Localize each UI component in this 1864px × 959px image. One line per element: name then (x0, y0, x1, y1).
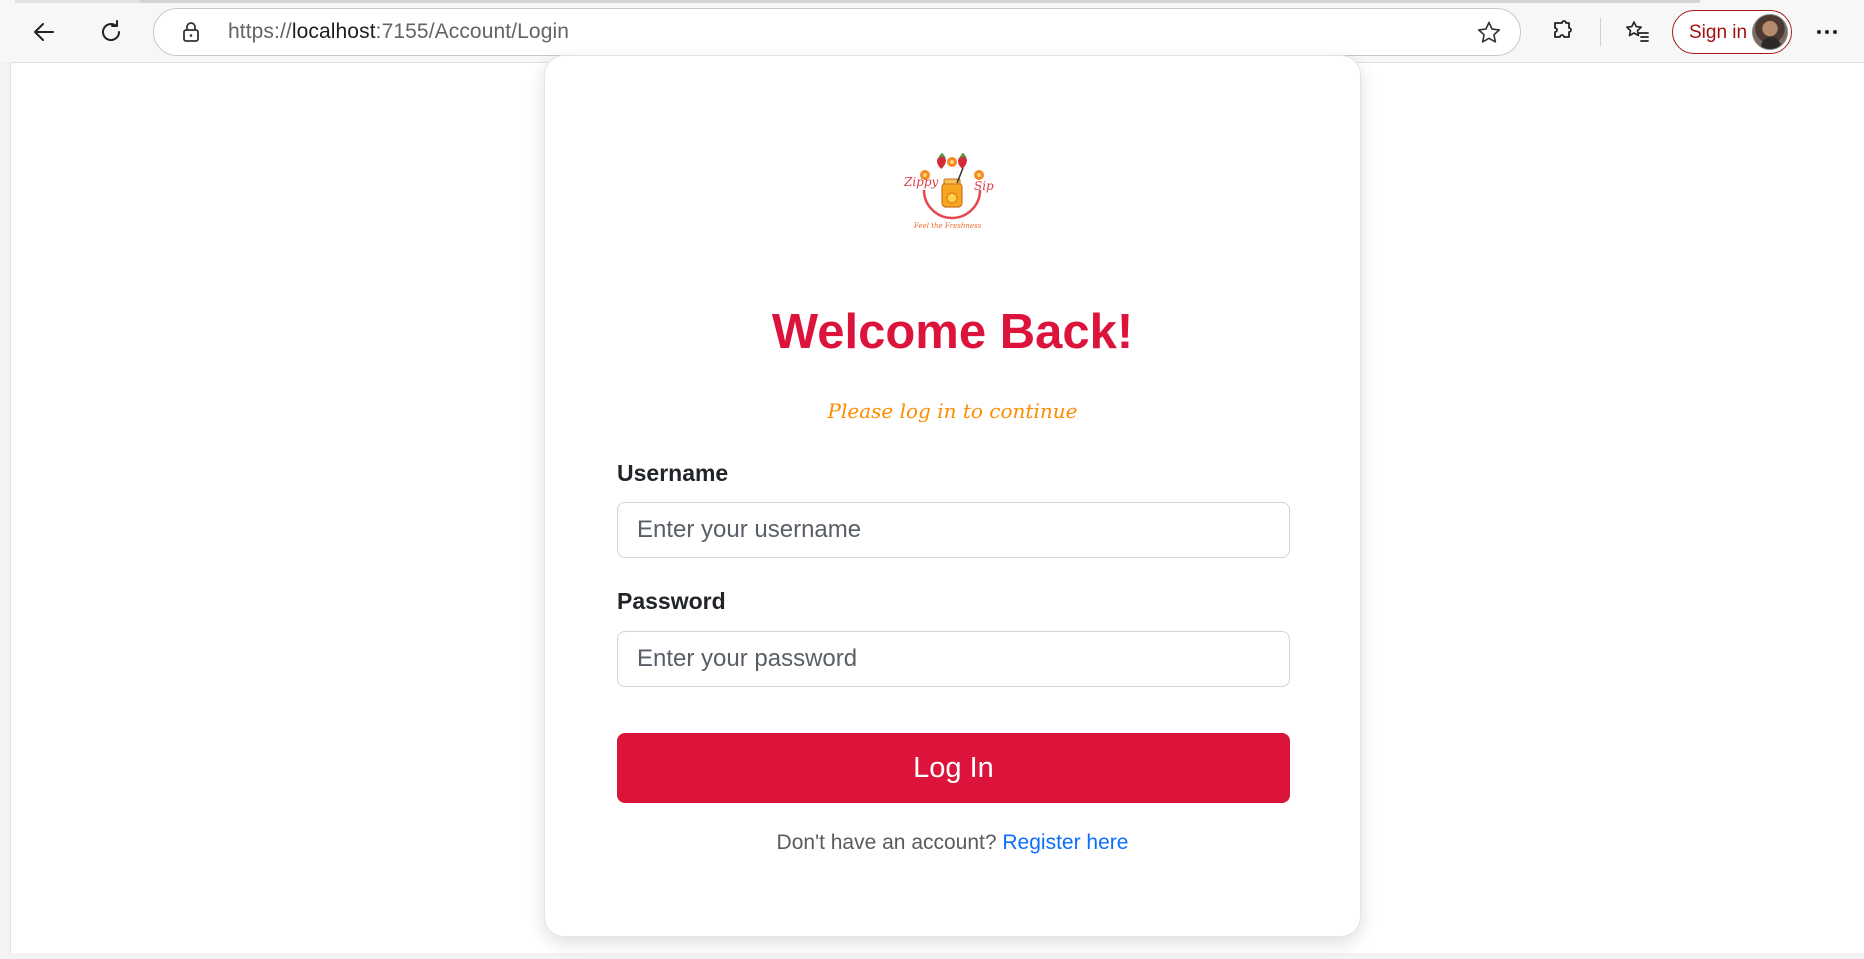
page-viewport: Zippy Sip Feel the Freshness Welcome Bac… (10, 55, 1864, 953)
extensions-icon (1554, 20, 1572, 38)
register-link[interactable]: Register here (1002, 831, 1128, 854)
sign-in-button[interactable]: Sign in (1672, 10, 1792, 54)
page-subtitle: Please log in to continue (827, 399, 1078, 423)
back-arrow-icon (34, 23, 54, 41)
back-button[interactable] (22, 10, 66, 54)
url-path: :7155/Account/Login (375, 20, 570, 43)
avatar (1752, 14, 1788, 50)
svg-text:Feel the Freshness: Feel the Freshness (913, 222, 982, 230)
username-input[interactable] (617, 502, 1290, 558)
toolbar-separator (1600, 18, 1601, 46)
register-line: Don't have an account? Register here (545, 831, 1360, 855)
login-button[interactable]: Log In (617, 733, 1290, 803)
favorites-button[interactable] (1615, 10, 1659, 54)
browser-toolbar: https://localhost:7155/Account/Login Sig… (0, 0, 1864, 62)
extensions-button[interactable] (1541, 10, 1585, 54)
register-prompt: Don't have an account? (776, 831, 997, 854)
sign-in-label: Sign in (1689, 22, 1748, 43)
url-text[interactable]: https://localhost:7155/Account/Login (228, 20, 569, 44)
zippy-sip-logo: Zippy Sip Feel the Freshness (903, 152, 994, 230)
page-title: Welcome Back! (771, 305, 1134, 359)
favorites-icon (1626, 21, 1649, 42)
more-button[interactable] (1805, 10, 1849, 54)
more-icon (1817, 30, 1837, 34)
login-card: Zippy Sip Feel the Freshness Welcome Bac… (544, 55, 1361, 937)
address-bar[interactable]: https://localhost:7155/Account/Login (153, 8, 1521, 56)
refresh-icon (102, 20, 121, 41)
password-label: Password (617, 588, 726, 614)
favorite-star-icon[interactable] (1476, 20, 1502, 46)
tab-strip-active (140, 0, 1700, 3)
svg-text:Sip: Sip (974, 179, 994, 193)
url-host: localhost (291, 20, 376, 43)
lock-icon[interactable] (180, 21, 202, 43)
refresh-button[interactable] (89, 10, 133, 54)
password-input[interactable] (617, 631, 1290, 687)
svg-text:Zippy: Zippy (903, 175, 939, 189)
username-label: Username (617, 460, 729, 486)
url-scheme: https:// (228, 20, 292, 43)
tab-strip (15, 0, 140, 3)
